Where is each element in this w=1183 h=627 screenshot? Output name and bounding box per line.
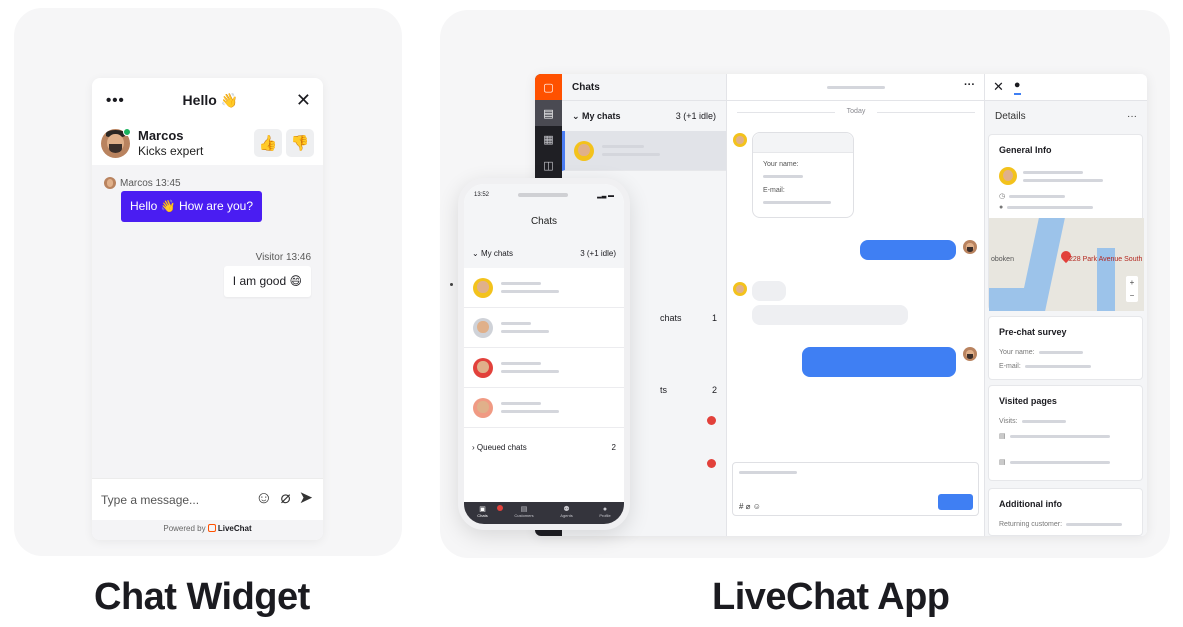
- agent-message-bubble: [860, 240, 956, 260]
- livechat-logo-icon: [207, 524, 216, 532]
- signal-battery-icon: ▂▃ ▬: [597, 192, 614, 199]
- thumbs-up-button[interactable]: 👍: [254, 129, 282, 157]
- more-dots-icon[interactable]: •••: [106, 92, 125, 109]
- customer-avatar: [473, 357, 493, 378]
- agent-message-bubble: Hello 👋 How are you?: [121, 191, 262, 222]
- send-button[interactable]: [938, 494, 973, 510]
- close-icon[interactable]: ✕: [993, 79, 1004, 95]
- map-zoom-control[interactable]: + −: [1126, 276, 1138, 302]
- customer-avatar: [574, 140, 594, 161]
- unread-badge: [707, 416, 716, 425]
- location-map[interactable]: oboken 228 Park Avenue South + −: [989, 218, 1144, 311]
- composer-tools[interactable]: # ⌀ ☺: [739, 502, 761, 511]
- chevron-down-icon: ⌄: [572, 110, 583, 121]
- close-icon[interactable]: ✕: [296, 90, 311, 111]
- customer-avatar: [473, 317, 493, 338]
- tab-chats[interactable]: ▣ Chats: [477, 506, 487, 519]
- general-info-card: General Info ◷ ● oboken 228 Park Avenue …: [988, 134, 1144, 311]
- unread-badge: [707, 459, 716, 468]
- visitor-message-bubble: I am good 😄: [223, 266, 311, 297]
- conversation-panel: ··· Today Your name: E-mail: # ⌀ ☺: [727, 74, 985, 536]
- customer-message-bubble: [752, 281, 786, 301]
- pre-chat-form-card: Your name: E-mail:: [752, 132, 854, 218]
- queued-chats-header[interactable]: › Queued chats 2: [464, 428, 624, 466]
- details-tabs: ✕ ●: [985, 74, 1147, 101]
- tab-agents[interactable]: ⚉ Agents: [560, 506, 572, 519]
- archives-nav-icon[interactable]: ▦: [535, 126, 562, 152]
- agent-bar: Marcos Kicks expert 👍 👎: [92, 122, 323, 164]
- clock-icon: ◷: [999, 192, 1066, 200]
- agent-mini-avatar: [104, 177, 116, 189]
- details-header: Details ···: [995, 110, 1137, 122]
- my-chats-header[interactable]: ⌄ My chats 3 (+1 idle): [562, 101, 726, 131]
- message-list: Marcos 13:45 Hello 👋 How are you? Visito…: [92, 165, 323, 478]
- widget-title: Hello 👋: [182, 91, 239, 108]
- more-dots-icon[interactable]: ···: [1127, 111, 1137, 122]
- attachment-icon[interactable]: ⌀: [281, 488, 291, 508]
- unread-badge: [497, 505, 503, 511]
- visitor-message-meta: Visitor 13:46: [255, 252, 311, 263]
- list-item[interactable]: [464, 308, 624, 348]
- agent-avatar: [963, 240, 977, 254]
- customer-avatar: [733, 282, 747, 296]
- send-icon[interactable]: ➤: [299, 488, 313, 508]
- location-icon: ●: [999, 204, 1094, 211]
- my-chats-count: 3 (+1 idle): [675, 111, 716, 121]
- customer-avatar: [999, 167, 1017, 185]
- tab-customers[interactable]: ▤ Customers: [514, 506, 533, 519]
- livechat-logo-icon[interactable]: ▢: [535, 74, 562, 100]
- phone-status-bar: 13:52 ▂▃ ▬: [464, 184, 624, 206]
- conversation-header: ···: [727, 74, 984, 101]
- date-separator: Today: [727, 108, 985, 115]
- promo-stage: ••• Hello 👋 ✕ Marcos Kicks expert 👍 👎 Ma…: [0, 0, 1183, 627]
- map-address: 228 Park Avenue South: [1069, 256, 1143, 263]
- list-item[interactable]: [464, 348, 624, 388]
- emoji-icon[interactable]: ☺: [255, 488, 272, 508]
- customer-message-bubble: [752, 305, 908, 325]
- tab-profile[interactable]: ● Profile: [599, 506, 610, 519]
- visited-pages-card: Visited pages Visits: ▤ ▤: [988, 385, 1143, 481]
- more-dots-icon[interactable]: ···: [964, 79, 975, 91]
- chat-list-title: Chats: [562, 74, 726, 101]
- page-icon: ▤: [999, 458, 1110, 466]
- page-icon: ▤: [999, 432, 1110, 440]
- agent-message-meta: Marcos 13:45: [104, 177, 181, 189]
- additional-info-card: Additional info Returning customer:: [988, 488, 1143, 536]
- agent-avatar: [963, 347, 977, 361]
- list-item[interactable]: [464, 388, 624, 428]
- pre-chat-survey-card: Pre-chat survey Your name: E-mail:: [988, 316, 1143, 380]
- customer-avatar: [473, 277, 493, 298]
- customer-tab-icon[interactable]: ●: [1013, 79, 1021, 95]
- message-composer: ☺ ⌀ ➤: [92, 478, 323, 520]
- inbox-nav-icon[interactable]: ◫: [535, 152, 562, 178]
- thumbs-down-button[interactable]: 👎: [286, 129, 314, 157]
- agent-role: Kicks expert: [138, 144, 204, 158]
- customer-avatar: [473, 397, 493, 418]
- online-status-icon: [123, 128, 131, 136]
- agent-name: Marcos: [138, 128, 184, 143]
- details-panel: ✕ ● Details ··· General Info ◷ ● oboken: [985, 74, 1147, 536]
- powered-by: Powered by LiveChat: [92, 520, 323, 540]
- chevron-down-icon: ⌄: [472, 248, 481, 258]
- livechat-brand[interactable]: LiveChat: [218, 524, 252, 533]
- chat-widget: ••• Hello 👋 ✕ Marcos Kicks expert 👍 👎 Ma…: [92, 78, 323, 540]
- chats-nav-icon[interactable]: ▤: [535, 100, 562, 126]
- phone-title: Chats: [464, 206, 624, 238]
- chat-list-item[interactable]: [562, 131, 726, 171]
- caption-chat-widget: Chat Widget: [94, 576, 310, 618]
- message-composer[interactable]: # ⌀ ☺: [732, 462, 979, 516]
- agent-message-bubble: [802, 347, 956, 377]
- customer-avatar: [733, 133, 747, 147]
- list-item[interactable]: [464, 268, 624, 308]
- phone-chat-list: [464, 268, 624, 428]
- decorative-dot: [450, 283, 453, 286]
- mobile-app-mockup: 13:52 ▂▃ ▬ Chats ⌄ My chats 3 (+1 idle): [458, 178, 630, 530]
- widget-header: ••• Hello 👋 ✕: [92, 78, 323, 122]
- caption-livechat-app: LiveChat App: [712, 576, 950, 618]
- phone-notch: [518, 193, 569, 197]
- phone-tab-bar: ▣ Chats ▤ Customers ⚉ Agents ● Profile: [464, 502, 624, 524]
- phone-my-chats-header[interactable]: ⌄ My chats 3 (+1 idle): [464, 238, 624, 268]
- message-input[interactable]: [101, 492, 236, 507]
